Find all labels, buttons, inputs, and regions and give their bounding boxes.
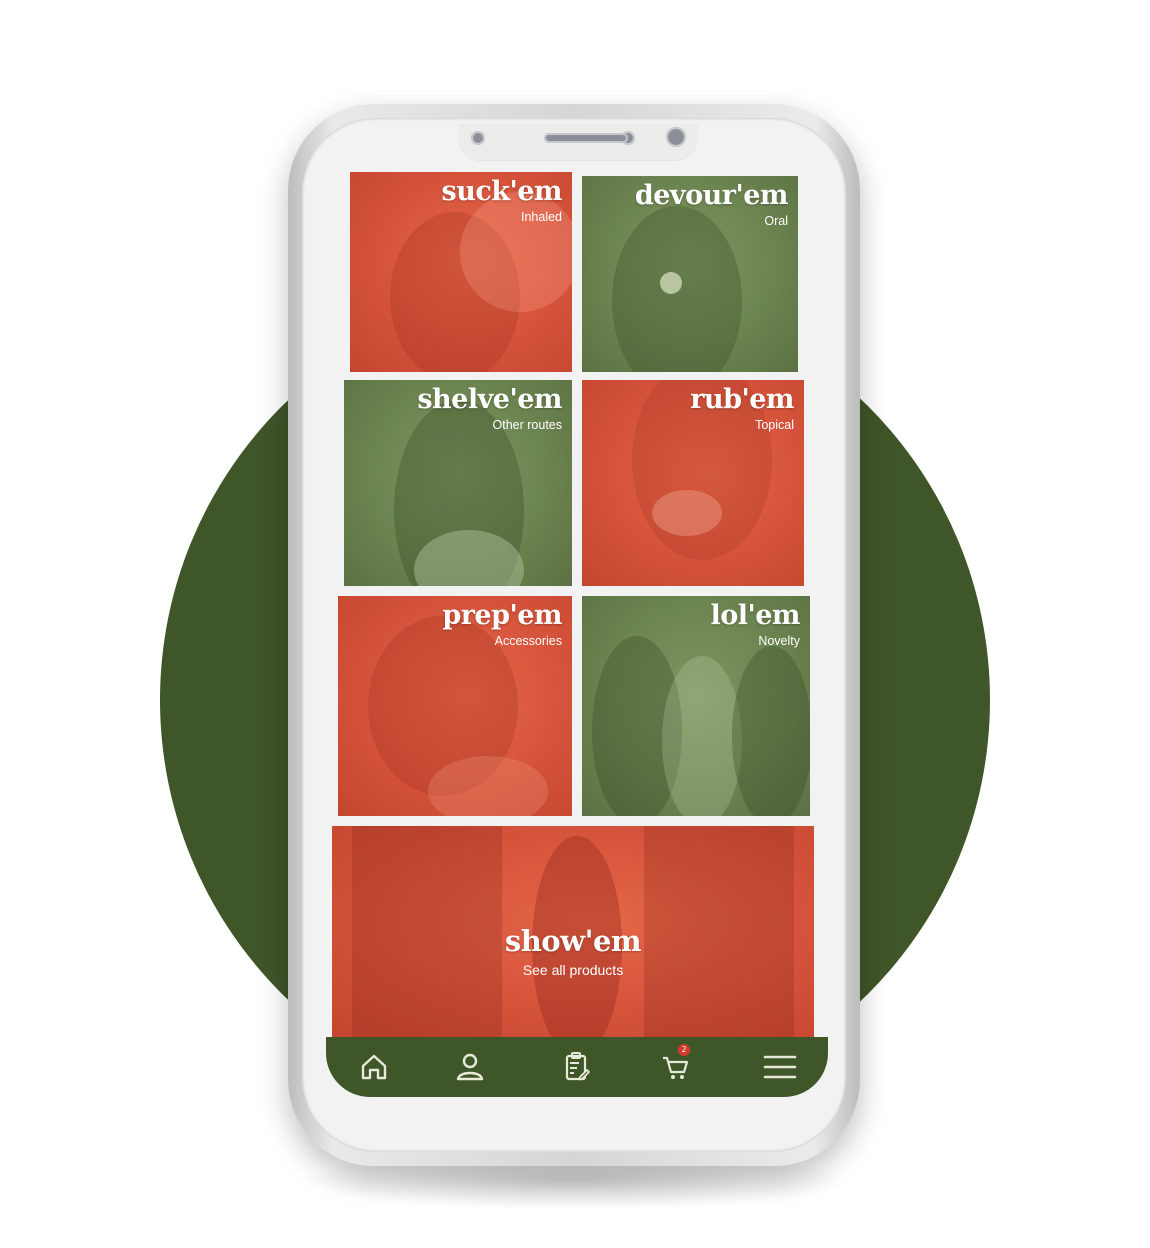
featured-title: show'em bbox=[504, 924, 642, 958]
category-title: shelve'em bbox=[417, 384, 562, 415]
bottom-nav: 2 bbox=[326, 1037, 828, 1097]
cart-count-badge: 2 bbox=[678, 1044, 690, 1056]
front-camera bbox=[666, 127, 686, 147]
nav-orders-button[interactable] bbox=[556, 1047, 596, 1087]
category-subtitle: Accessories bbox=[494, 634, 562, 648]
category-title: prep'em bbox=[442, 600, 562, 631]
category-tile-accessories[interactable]: prep'em Accessories bbox=[338, 596, 572, 816]
category-tile-topical[interactable]: rub'em Topical bbox=[582, 380, 804, 586]
category-subtitle: Topical bbox=[755, 418, 794, 432]
category-subtitle: Novelty bbox=[758, 634, 800, 648]
earpiece-speaker bbox=[544, 133, 628, 143]
cart-icon bbox=[663, 1056, 689, 1079]
person-shape bbox=[662, 656, 742, 816]
category-tile-inhaled[interactable]: suck'em Inhaled bbox=[350, 172, 572, 372]
featured-tile-all-products[interactable]: show'em See all products bbox=[332, 826, 814, 1038]
nav-home-button[interactable] bbox=[354, 1047, 394, 1087]
category-title: rub'em bbox=[690, 384, 794, 415]
nav-menu-button[interactable] bbox=[760, 1047, 800, 1087]
category-subtitle: Oral bbox=[764, 214, 788, 228]
person-shape bbox=[732, 646, 810, 816]
category-tile-other-routes[interactable]: shelve'em Other routes bbox=[344, 380, 572, 586]
sensor-dot bbox=[471, 131, 485, 145]
home-icon bbox=[361, 1054, 387, 1080]
menu-icon bbox=[763, 1055, 797, 1079]
lollipop-shape bbox=[660, 272, 682, 294]
category-title: lol'em bbox=[710, 600, 800, 631]
hands-shape bbox=[428, 756, 548, 816]
category-subtitle: Other routes bbox=[492, 418, 562, 432]
nav-cart-button[interactable]: 2 bbox=[656, 1044, 696, 1087]
jar-shape bbox=[652, 490, 722, 536]
category-subtitle: Inhaled bbox=[520, 210, 562, 224]
category-tile-novelty[interactable]: lol'em Novelty bbox=[582, 596, 810, 816]
clipboard-icon bbox=[565, 1052, 590, 1081]
category-title: suck'em bbox=[441, 176, 563, 207]
featured-subtitle: See all products bbox=[522, 962, 624, 978]
user-icon bbox=[456, 1053, 484, 1081]
nav-profile-button[interactable] bbox=[450, 1047, 490, 1087]
category-tile-oral[interactable]: devour'em Oral bbox=[582, 176, 798, 372]
category-title: devour'em bbox=[634, 180, 789, 211]
